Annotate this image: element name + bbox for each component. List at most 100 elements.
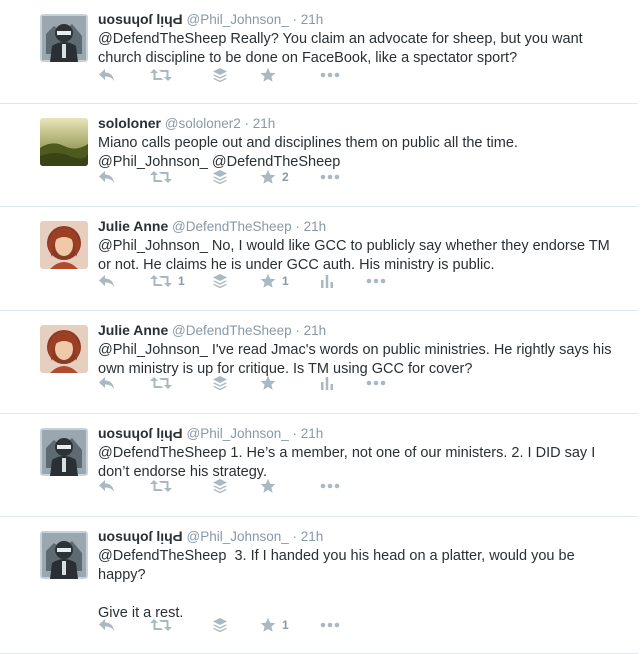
tweet-actions (98, 476, 350, 496)
timestamp[interactable]: 21h (304, 323, 327, 338)
tweet[interactable]: uosuɥoſ lᴉɥԀ @Phil_Johnson_ · 21h @Defend… (0, 0, 638, 104)
retweet-icon (150, 478, 172, 494)
favorite-button[interactable] (260, 476, 320, 496)
tweet[interactable]: uosuɥoſ lᴉɥԀ @Phil_Johnson_ · 21h @Defend… (0, 517, 638, 654)
retweet-button[interactable] (150, 65, 212, 85)
tweet-actions: 1 (98, 615, 350, 635)
avatar[interactable] (40, 325, 88, 373)
separator-dot: · (288, 529, 301, 544)
timestamp[interactable]: 21h (304, 219, 327, 234)
more-icon (366, 273, 386, 289)
username[interactable]: @Phil_Johnson_ (186, 529, 288, 544)
stack-icon (212, 67, 228, 83)
favorite-button[interactable] (260, 65, 320, 85)
tweet-text: @DefendTheSheep Really? You claim an adv… (98, 31, 587, 66)
more-button[interactable] (320, 615, 350, 635)
save-button[interactable] (212, 65, 260, 85)
favorite-button[interactable]: 1 (260, 271, 320, 291)
tweet-timeline: uosuɥoſ lᴉɥԀ @Phil_Johnson_ · 21h @Defend… (0, 0, 638, 654)
avatar[interactable] (40, 221, 88, 269)
tweet-actions (98, 373, 396, 393)
star-icon (260, 169, 276, 185)
fullname[interactable]: uosuɥoſ lᴉɥԀ (98, 528, 183, 544)
reply-button[interactable] (98, 615, 150, 635)
reply-button[interactable] (98, 476, 150, 496)
tweet-header: uosuɥoſ lᴉɥԀ @Phil_Johnson_ · 21h (98, 10, 618, 29)
reply-icon (98, 273, 116, 289)
tweet[interactable]: sololoner @sololoner2 · 21h Miano calls p… (0, 104, 638, 207)
separator-dot: · (288, 426, 301, 441)
timestamp[interactable]: 21h (301, 529, 324, 544)
reply-icon (98, 169, 116, 185)
tweet-content: uosuɥoſ lᴉɥԀ @Phil_Johnson_ · 21h @Defend… (98, 527, 618, 623)
username[interactable]: @DefendTheSheep (172, 323, 292, 338)
favorite-button[interactable]: 2 (260, 167, 320, 187)
username[interactable]: @Phil_Johnson_ (186, 12, 288, 27)
save-button[interactable] (212, 271, 260, 291)
tweet-header: uosuɥoſ lᴉɥԀ @Phil_Johnson_ · 21h (98, 527, 618, 546)
more-button[interactable] (320, 476, 350, 496)
stack-icon (212, 478, 228, 494)
reply-button[interactable] (98, 65, 150, 85)
tweet[interactable]: Julie Anne @DefendTheSheep · 21h @Phil_Jo… (0, 207, 638, 311)
stack-icon (212, 169, 228, 185)
avatar[interactable] (40, 118, 88, 166)
favorite-button[interactable]: 1 (260, 615, 320, 635)
tweet-text: @DefendTheSheep 3. If I handed you his h… (98, 548, 575, 621)
more-button[interactable] (320, 167, 350, 187)
retweet-icon (150, 169, 172, 185)
retweet-button[interactable] (150, 476, 212, 496)
separator-dot: · (291, 323, 304, 338)
more-button[interactable] (320, 65, 350, 85)
timestamp[interactable]: 21h (301, 12, 324, 27)
save-button[interactable] (212, 167, 260, 187)
username[interactable]: @sololoner2 (165, 116, 241, 131)
more-icon (320, 617, 340, 633)
username[interactable]: @DefendTheSheep (172, 219, 292, 234)
reply-icon (98, 67, 116, 83)
avatar[interactable] (40, 531, 88, 579)
retweet-button[interactable] (150, 373, 212, 393)
favorite-count: 1 (282, 618, 289, 632)
save-button[interactable] (212, 373, 260, 393)
tweet[interactable]: Julie Anne @DefendTheSheep · 21h @Phil_Jo… (0, 311, 638, 414)
star-icon (260, 273, 276, 289)
fullname[interactable]: uosuɥoſ lᴉɥԀ (98, 11, 183, 27)
reply-button[interactable] (98, 167, 150, 187)
fullname[interactable]: Julie Anne (98, 322, 168, 338)
fullname[interactable]: uosuɥoſ lᴉɥԀ (98, 425, 183, 441)
analytics-button[interactable] (320, 271, 366, 291)
favorite-button[interactable] (260, 373, 320, 393)
more-icon (320, 478, 340, 494)
tweet-header: sololoner @sololoner2 · 21h (98, 114, 618, 133)
favorite-count: 1 (282, 274, 289, 288)
analytics-button[interactable] (320, 373, 366, 393)
more-button[interactable] (366, 373, 396, 393)
save-button[interactable] (212, 615, 260, 635)
retweet-button[interactable] (150, 615, 212, 635)
save-button[interactable] (212, 476, 260, 496)
reply-button[interactable] (98, 271, 150, 291)
stats-icon (320, 375, 334, 391)
fullname[interactable]: sololoner (98, 115, 161, 131)
timestamp[interactable]: 21h (253, 116, 276, 131)
tweet-content: Julie Anne @DefendTheSheep · 21h @Phil_Jo… (98, 321, 618, 379)
timestamp[interactable]: 21h (301, 426, 324, 441)
reply-button[interactable] (98, 373, 150, 393)
tweet-content: uosuɥoſ lᴉɥԀ @Phil_Johnson_ · 21h @Defend… (98, 424, 618, 482)
retweet-button[interactable] (150, 167, 212, 187)
username[interactable]: @Phil_Johnson_ (186, 426, 288, 441)
retweet-icon (150, 617, 172, 633)
tweet-header: uosuɥoſ lᴉɥԀ @Phil_Johnson_ · 21h (98, 424, 618, 443)
more-icon (366, 375, 386, 391)
tweet-header: Julie Anne @DefendTheSheep · 21h (98, 217, 618, 236)
fullname[interactable]: Julie Anne (98, 218, 168, 234)
tweet-header: Julie Anne @DefendTheSheep · 21h (98, 321, 618, 340)
more-button[interactable] (366, 271, 396, 291)
star-icon (260, 478, 276, 494)
avatar[interactable] (40, 14, 88, 62)
reply-icon (98, 375, 116, 391)
tweet[interactable]: uosuɥoſ lᴉɥԀ @Phil_Johnson_ · 21h @Defend… (0, 414, 638, 517)
avatar[interactable] (40, 428, 88, 476)
retweet-button[interactable]: 1 (150, 271, 212, 291)
